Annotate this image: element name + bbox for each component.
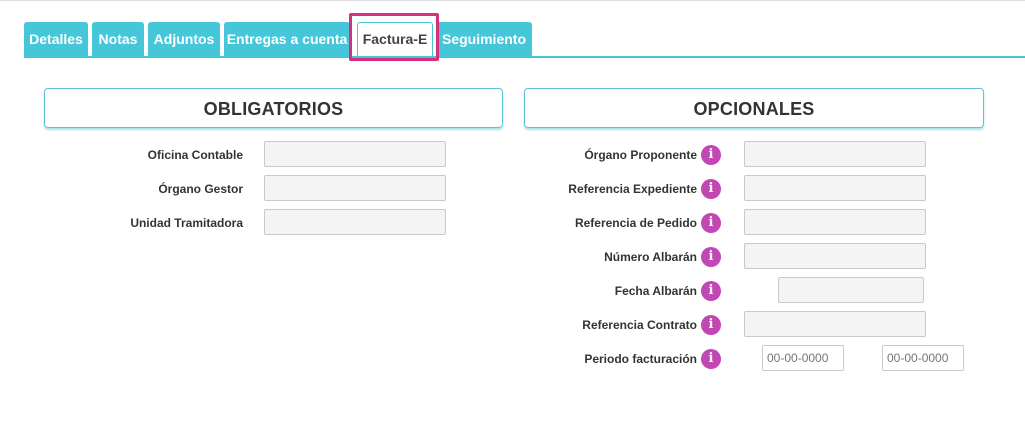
label-periodo-facturacion: Periodo facturación [584,352,697,366]
fecha-albaran-field[interactable] [778,277,924,303]
referencia-contrato-field[interactable] [744,311,926,337]
oficina-contable-field[interactable] [264,141,446,167]
label-referencia-de-pedido: Referencia de Pedido [574,216,697,230]
label-referencia-expediente: Referencia Expediente [568,182,697,196]
label-unidad-tramitadora: Unidad Tramitadora [130,216,243,230]
tab-notas[interactable]: Notas [92,22,144,56]
label-numero-albaran: Número Albarán [604,250,697,264]
numero-albaran-field[interactable] [744,243,926,269]
label-organo-gestor: Órgano Gestor [158,182,243,196]
label-fecha-albaran: Fecha Albarán [614,284,697,298]
info-icon[interactable]: i [701,315,721,335]
organo-proponente-field[interactable] [744,141,926,167]
periodo-desde-field[interactable] [762,345,844,371]
info-icon[interactable]: i [701,213,721,233]
info-icon[interactable]: i [701,281,721,301]
tab-detalles[interactable]: Detalles [24,22,88,56]
periodo-hasta-field[interactable] [882,345,964,371]
opcionales-title: OPCIONALES [693,99,815,119]
tab-adjuntos[interactable]: Adjuntos [148,22,220,56]
label-oficina-contable: Oficina Contable [147,148,243,162]
tab-underline [24,56,1025,58]
active-tab-highlight [349,13,439,61]
label-referencia-contrato: Referencia Contrato [582,318,697,332]
obligatorios-header: OBLIGATORIOS [44,88,503,128]
tab-entregas-a-cuenta[interactable]: Entregas a cuenta [224,22,350,56]
opcionales-header: OPCIONALES [524,88,984,128]
tab-seguimiento[interactable]: Seguimiento [436,22,532,56]
referencia-expediente-field[interactable] [744,175,926,201]
obligatorios-title: OBLIGATORIOS [203,99,344,119]
tab-bar: Detalles Notas Adjuntos Entregas a cuent… [24,22,1025,58]
info-icon[interactable]: i [701,179,721,199]
organo-gestor-field[interactable] [264,175,446,201]
referencia-de-pedido-field[interactable] [744,209,926,235]
label-organo-proponente: Órgano Proponente [584,148,697,162]
info-icon[interactable]: i [701,349,721,369]
unidad-tramitadora-field[interactable] [264,209,446,235]
top-divider [0,0,1025,1]
info-icon[interactable]: i [701,145,721,165]
info-icon[interactable]: i [701,247,721,267]
